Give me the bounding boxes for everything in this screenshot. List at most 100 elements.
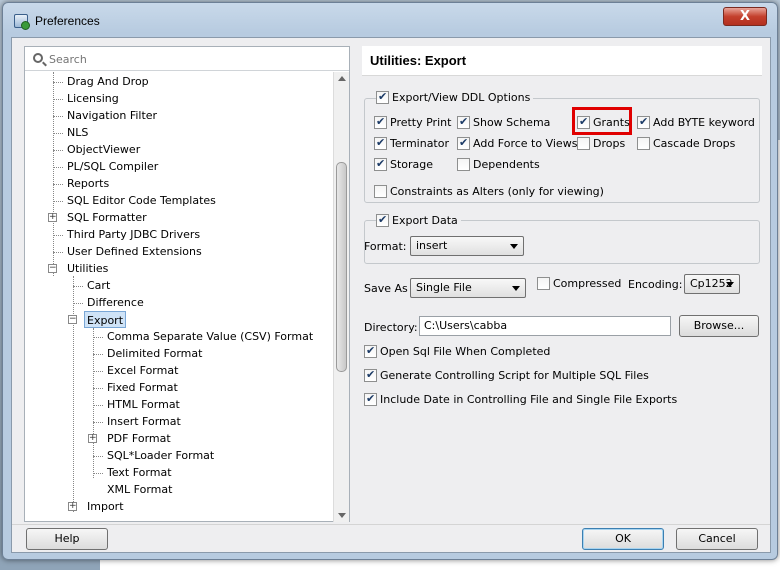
open-sql-file-checkbox[interactable]: Open Sql File When Completed (364, 344, 551, 358)
tree-item[interactable]: Navigation Filter (67, 107, 157, 124)
cascade-drops-checkbox[interactable]: Cascade Drops (637, 137, 735, 150)
checkbox-checked-icon (577, 115, 590, 129)
scrollbar-thumb[interactable] (336, 162, 347, 372)
tree-item[interactable]: Comma Separate Value (CSV) Format (107, 328, 313, 345)
dependents-checkbox[interactable]: Dependents (457, 158, 540, 171)
help-button[interactable]: Help (26, 528, 108, 550)
format-select[interactable]: insert (410, 236, 524, 256)
pretty-print-label: Pretty Print (390, 116, 452, 129)
tree-guide-line (53, 72, 54, 276)
search-icon (33, 53, 43, 63)
search-box (25, 47, 349, 71)
collapse-icon[interactable]: − (48, 264, 57, 273)
directory-field[interactable]: C:\Users\cabba (419, 316, 671, 336)
terminator-checkbox[interactable]: Terminator (374, 136, 449, 150)
tree-item[interactable]: Text Format (107, 464, 172, 481)
collapse-icon[interactable]: − (68, 315, 77, 324)
tree-item[interactable]: NLS (67, 124, 88, 141)
footer-separator (12, 524, 770, 525)
add-byte-keyword-label: Add BYTE keyword (653, 116, 755, 129)
generate-script-checkbox[interactable]: Generate Controlling Script for Multiple… (364, 368, 649, 382)
tree-item-selected[interactable]: Export (84, 311, 127, 328)
tree-item[interactable]: SQL Editor Code Templates (67, 192, 216, 209)
compressed-checkbox[interactable]: Compressed (537, 277, 621, 290)
tree-scrollbar[interactable] (333, 72, 349, 522)
tree-item[interactable]: Insert Format (107, 413, 181, 430)
checkbox-checked-icon (364, 392, 377, 406)
pretty-print-checkbox[interactable]: Pretty Print (374, 115, 452, 129)
save-as-select[interactable]: Single File (410, 278, 526, 298)
checkbox-checked-icon (374, 136, 387, 150)
tree-branch (93, 337, 103, 338)
tree-branch (53, 116, 63, 117)
directory-label: Directory: (364, 321, 418, 334)
preferences-icon (14, 14, 30, 30)
dialog-body: Drag And Drop Licensing Navigation Filte… (11, 37, 771, 553)
checkbox-checked-icon (364, 368, 377, 382)
drops-label: Drops (593, 137, 626, 150)
show-schema-checkbox[interactable]: Show Schema (457, 115, 551, 129)
tree-item[interactable]: Drag And Drop (67, 73, 149, 90)
dependents-label: Dependents (473, 158, 540, 171)
grants-checkbox[interactable]: Grants (577, 115, 630, 129)
add-byte-keyword-checkbox[interactable]: Add BYTE keyword (637, 115, 755, 129)
drops-checkbox[interactable]: Drops (577, 137, 625, 150)
open-sql-file-label: Open Sql File When Completed (380, 345, 551, 358)
search-input[interactable] (49, 51, 339, 67)
grants-label: Grants (593, 116, 630, 129)
tree-item[interactable]: Cart (87, 277, 110, 294)
tree-branch (53, 184, 63, 185)
show-schema-label: Show Schema (473, 116, 551, 129)
tree-item[interactable]: Fixed Format (107, 379, 178, 396)
tree-item[interactable]: XML Format (107, 481, 172, 498)
tree-item[interactable]: Third Party JDBC Drivers (67, 226, 200, 243)
export-data-checkbox[interactable]: Export Data (376, 213, 461, 227)
storage-label: Storage (390, 158, 434, 171)
generate-script-label: Generate Controlling Script for Multiple… (380, 369, 649, 382)
encoding-label: Encoding: (628, 278, 683, 291)
tree-branch (53, 235, 63, 236)
tree-item[interactable]: Utilities (67, 260, 108, 277)
preferences-dialog: Preferences X Search Drag And Drop Licen… (2, 2, 778, 560)
tree-item[interactable]: Reports (67, 175, 109, 192)
expand-icon[interactable]: + (88, 434, 97, 443)
scroll-up-icon[interactable] (338, 76, 346, 81)
tree-item[interactable]: Licensing (67, 90, 119, 107)
tree-item[interactable]: ObjectViewer (67, 141, 140, 158)
tree-branch (73, 286, 83, 287)
tree-item[interactable]: Import (87, 498, 124, 515)
browse-button[interactable]: Browse... (679, 315, 759, 337)
include-date-label: Include Date in Controlling File and Sin… (380, 393, 678, 406)
expand-icon[interactable]: + (68, 502, 77, 511)
tree-item[interactable]: SQL Formatter (67, 209, 147, 226)
tree-item[interactable]: PL/SQL Compiler (67, 158, 158, 175)
tree-item[interactable]: SQL*Loader Format (107, 447, 214, 464)
tree-item[interactable]: Difference (87, 294, 144, 311)
tree-item[interactable]: User Defined Extensions (67, 243, 202, 260)
ok-button[interactable]: OK (582, 528, 664, 550)
tree-item[interactable]: PDF Format (107, 430, 171, 447)
checkbox-unchecked-icon (374, 185, 387, 198)
tree-item[interactable]: HTML Format (107, 396, 180, 413)
close-button[interactable]: X (723, 7, 767, 26)
tree-branch (53, 150, 63, 151)
tree-branch (53, 201, 63, 202)
checkbox-checked-icon (374, 115, 387, 129)
tree-item[interactable]: Excel Format (107, 362, 178, 379)
compressed-label: Compressed (553, 277, 622, 290)
preferences-tree-pane: Drag And Drop Licensing Navigation Filte… (24, 46, 350, 522)
storage-checkbox[interactable]: Storage (374, 157, 434, 171)
preferences-tree: Drag And Drop Licensing Navigation Filte… (25, 72, 333, 522)
constraints-as-alters-checkbox[interactable]: Constraints as Alters (only for viewing) (374, 185, 604, 198)
encoding-select[interactable]: Cp1252 (684, 274, 740, 294)
ddl-options-checkbox[interactable]: Export/View DDL Options (376, 90, 534, 104)
add-force-to-views-checkbox[interactable]: Add Force to Views (457, 136, 577, 150)
tree-branch (73, 303, 83, 304)
cascade-drops-label: Cascade Drops (653, 137, 736, 150)
panel-header: Utilities: Export (362, 46, 762, 76)
include-date-checkbox[interactable]: Include Date in Controlling File and Sin… (364, 392, 678, 406)
cancel-button[interactable]: Cancel (676, 528, 758, 550)
scroll-down-icon[interactable] (338, 513, 346, 518)
expand-icon[interactable]: + (48, 213, 57, 222)
tree-item[interactable]: Delimited Format (107, 345, 202, 362)
